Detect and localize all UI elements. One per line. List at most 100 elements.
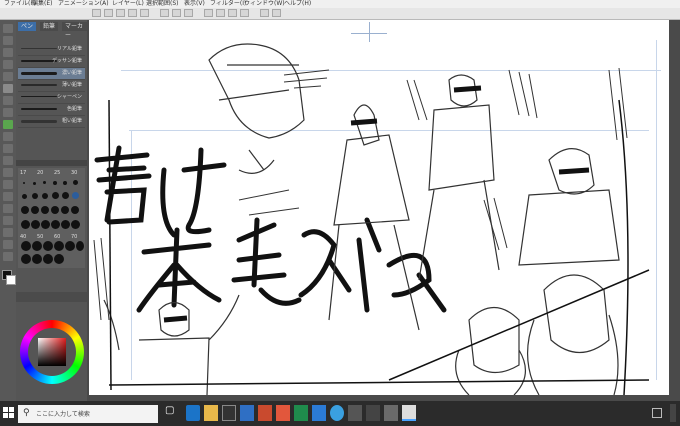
ruler-tool-icon[interactable] <box>3 204 13 213</box>
taskbar-search-box[interactable]: ⚲ ここに入力して検索 <box>18 405 158 423</box>
toolbar-button[interactable] <box>240 9 249 17</box>
size-dot[interactable] <box>21 254 31 264</box>
size-dot[interactable] <box>22 194 27 199</box>
menu-edit[interactable]: 編集(E) <box>32 0 52 8</box>
eraser-tool-icon[interactable] <box>3 132 13 141</box>
drawing-canvas[interactable] <box>89 20 669 395</box>
skype-icon[interactable] <box>330 405 344 421</box>
menu-selection[interactable]: 選択範囲(S) <box>146 0 179 8</box>
size-dot[interactable] <box>54 241 64 251</box>
brush-tool-icon[interactable] <box>3 108 13 117</box>
size-dot[interactable] <box>73 180 78 185</box>
color-square[interactable] <box>38 338 66 366</box>
brush-item[interactable]: 薄い鉛筆 <box>18 80 85 92</box>
task-view-icon[interactable]: ▢ <box>165 405 179 421</box>
file-explorer-icon[interactable] <box>204 405 218 421</box>
menu-help[interactable]: ヘルプ(H) <box>284 0 311 8</box>
brush-item[interactable]: 粗い鉛筆 <box>18 116 85 128</box>
size-dot[interactable] <box>61 220 70 229</box>
size-dot[interactable] <box>32 193 38 199</box>
move-tool-icon[interactable] <box>3 36 13 45</box>
size-dot[interactable] <box>52 192 59 199</box>
zoom-tool-icon[interactable] <box>3 24 13 33</box>
show-desktop-button[interactable] <box>670 404 676 422</box>
size-dot[interactable] <box>65 241 75 251</box>
eyedropper-tool-icon[interactable] <box>3 72 13 81</box>
size-dot[interactable] <box>61 206 69 214</box>
size-dot[interactable] <box>23 182 25 184</box>
size-dot[interactable] <box>53 181 57 185</box>
menu-view[interactable]: 表示(V) <box>184 0 205 8</box>
toolbar-button[interactable] <box>228 9 237 17</box>
text-tool-icon[interactable] <box>3 216 13 225</box>
toolbar-button[interactable] <box>172 9 181 17</box>
size-dot[interactable] <box>21 220 30 229</box>
toolbar-button[interactable] <box>260 9 269 17</box>
size-dot[interactable] <box>31 220 40 229</box>
edge-icon[interactable] <box>186 405 200 421</box>
app-icon[interactable] <box>366 405 380 421</box>
menu-layer[interactable]: レイヤー(L) <box>112 0 144 8</box>
pencil-tool-icon[interactable] <box>3 96 13 105</box>
size-dot[interactable] <box>71 206 79 214</box>
sub-color-swatch[interactable] <box>6 275 16 285</box>
figure-tool-icon[interactable] <box>3 180 13 189</box>
color-wheel[interactable] <box>20 320 84 384</box>
menu-animation[interactable]: アニメーション(A) <box>58 0 109 8</box>
toolbar-button[interactable] <box>92 9 101 17</box>
brush-item[interactable]: デッサン鉛筆 <box>18 56 85 68</box>
app-icon[interactable] <box>384 405 398 421</box>
size-dot[interactable] <box>32 254 42 264</box>
brush-item[interactable]: 色鉛筆 <box>18 104 85 116</box>
size-dot[interactable] <box>33 182 36 185</box>
size-dot[interactable] <box>42 193 48 199</box>
powerpoint-icon[interactable] <box>258 405 272 421</box>
spray-tool-icon[interactable] <box>3 120 13 129</box>
lasso-tool-icon[interactable] <box>3 60 13 69</box>
brush-item[interactable]: シャーペン <box>18 92 85 104</box>
balloon-tool-icon[interactable] <box>3 228 13 237</box>
size-dot[interactable] <box>43 254 53 264</box>
toolbar-button[interactable] <box>128 9 137 17</box>
size-dot[interactable] <box>21 241 31 251</box>
correct-line-tool-icon[interactable] <box>3 252 13 261</box>
size-dot[interactable] <box>62 192 69 199</box>
notification-icon[interactable] <box>652 408 662 418</box>
toolbar-button[interactable] <box>272 9 281 17</box>
excel-icon[interactable] <box>294 405 308 421</box>
toolbar-button[interactable] <box>104 9 113 17</box>
size-dot-selected[interactable] <box>72 192 79 199</box>
app-icon[interactable] <box>240 405 254 421</box>
size-dot[interactable] <box>32 241 42 251</box>
menu-window[interactable]: ウィンドウ(W) <box>244 0 285 8</box>
size-dot[interactable] <box>41 220 50 229</box>
tab-marker[interactable]: マーカー <box>62 22 87 39</box>
size-dot[interactable] <box>43 181 46 184</box>
size-dot[interactable] <box>63 181 67 185</box>
brush-item[interactable]: リアル鉛筆 <box>18 44 85 56</box>
size-dot[interactable] <box>76 241 84 251</box>
toolbar-button[interactable] <box>216 9 225 17</box>
size-dot[interactable] <box>51 220 60 229</box>
size-dot[interactable] <box>71 220 80 229</box>
clip-studio-icon[interactable] <box>402 405 416 421</box>
pen-tool-icon[interactable] <box>3 84 13 93</box>
menu-filter[interactable]: フィルター(I) <box>210 0 246 8</box>
line-tool-icon[interactable] <box>3 240 13 249</box>
fill-tool-icon[interactable] <box>3 156 13 165</box>
frame-tool-icon[interactable] <box>3 192 13 201</box>
word-icon[interactable] <box>312 405 326 421</box>
app-icon[interactable] <box>348 405 362 421</box>
toolbar-button[interactable] <box>116 9 125 17</box>
size-dot[interactable] <box>54 254 64 264</box>
brush-item-selected[interactable]: 濃い鉛筆 <box>18 68 85 80</box>
size-dot[interactable] <box>21 206 29 214</box>
toolbar-button[interactable] <box>184 9 193 17</box>
store-icon[interactable] <box>222 405 236 421</box>
toolbar-button[interactable] <box>204 9 213 17</box>
app-icon[interactable] <box>276 405 290 421</box>
tab-pencil[interactable]: 鉛筆 <box>40 22 59 31</box>
toolbar-button[interactable] <box>140 9 149 17</box>
gradient-tool-icon[interactable] <box>3 168 13 177</box>
toolbar-button[interactable] <box>160 9 169 17</box>
